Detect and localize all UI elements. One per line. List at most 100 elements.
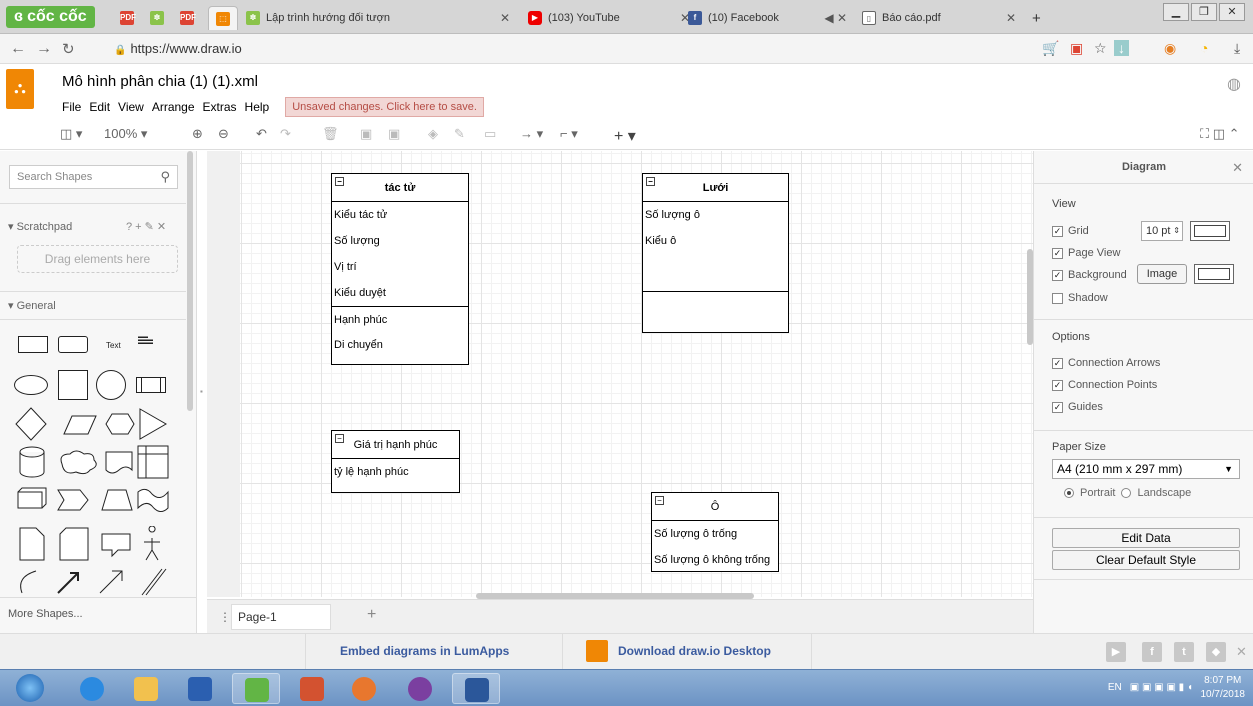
scratchpad-drop-zone[interactable]: Drag elements here xyxy=(17,245,178,273)
unsaved-changes-button[interactable]: Unsaved changes. Click here to save. xyxy=(285,97,484,117)
pages-menu-icon[interactable]: ⋮ xyxy=(219,610,231,624)
collapse-icon[interactable]: − xyxy=(646,177,655,186)
new-tab-button[interactable]: + xyxy=(1024,6,1049,30)
taskbar-explorer[interactable] xyxy=(122,673,170,704)
uml-class-o[interactable]: − Ô Số lượng ô trống Số lượng ô không trố… xyxy=(651,492,779,572)
arrow-shape[interactable] xyxy=(99,570,123,594)
pinned-tab-coccoc[interactable]: ✽ xyxy=(142,6,172,30)
triangle-shape[interactable] xyxy=(139,408,168,440)
hexagon-shape[interactable] xyxy=(105,413,135,435)
tab-bao-cao[interactable]: ▯ Báo cáo.pdf ✕ xyxy=(854,6,1024,30)
start-button[interactable] xyxy=(6,673,54,704)
pinned-tab-pdf[interactable]: PDF xyxy=(112,6,142,30)
minimize-icon[interactable]: ▁ xyxy=(1163,3,1189,21)
forward-icon[interactable]: → xyxy=(36,40,52,58)
menu-file[interactable]: File xyxy=(62,100,81,114)
circle-shape[interactable] xyxy=(96,370,126,400)
document-title[interactable]: Mô hình phân chia (1) (1).xml xyxy=(62,73,258,90)
bidirectional-arrow-shape[interactable] xyxy=(57,572,79,594)
format-panel-toggle-icon[interactable]: ⛶ ◫ ⌃ xyxy=(1200,126,1240,142)
more-shapes-button[interactable]: More Shapes... xyxy=(0,597,197,633)
card-shape[interactable] xyxy=(59,527,89,561)
callout-shape[interactable] xyxy=(101,533,131,558)
menu-extras[interactable]: Extras xyxy=(203,100,237,114)
uml-class-tac-tu[interactable]: − tác tử Kiểu tác tử Số lượng Vị trí Kiểu… xyxy=(331,173,469,365)
search-shapes-input[interactable]: Search Shapes ⚲ xyxy=(9,165,178,189)
sidebar-splitter[interactable]: ▪ xyxy=(197,151,207,597)
download-icon[interactable]: ↓ xyxy=(1114,40,1129,56)
connection-points-checkbox[interactable]: ✓ Connection Points xyxy=(1052,379,1157,391)
taskbar-word[interactable] xyxy=(452,673,500,704)
diagram-canvas[interactable]: − tác tử Kiểu tác tử Số lượng Vị trí Kiểu… xyxy=(207,151,1033,597)
tab-youtube[interactable]: ▶ (103) YouTube ✕ xyxy=(520,6,698,30)
tab-drawio[interactable]: ⬚ xyxy=(208,6,238,30)
bookmark-star-icon[interactable]: ☆ xyxy=(1094,40,1107,57)
cube-shape[interactable] xyxy=(17,487,47,509)
collapse-icon[interactable]: − xyxy=(655,496,664,505)
rounded-rectangle-shape[interactable] xyxy=(58,336,88,353)
scratchpad-header[interactable]: ▾ Scratchpad xyxy=(8,220,72,233)
youtube-icon[interactable]: ▶ xyxy=(1106,642,1126,662)
menu-help[interactable]: Help xyxy=(245,100,270,114)
collapse-icon[interactable]: − xyxy=(335,177,344,186)
collapse-icon[interactable]: − xyxy=(335,434,344,443)
zoom-dropdown[interactable]: 100% ▾ xyxy=(104,126,147,142)
text-shape[interactable]: Text xyxy=(106,341,121,350)
rectangle-shape[interactable] xyxy=(18,336,48,353)
redo-icon[interactable]: ↷ xyxy=(280,126,291,142)
menu-edit[interactable]: Edit xyxy=(89,100,110,114)
downloads-tray-icon[interactable]: ⤓ xyxy=(1234,40,1240,57)
textbox-shape[interactable]: ▬▬ ▬▬▬ ▬▬▬ xyxy=(138,335,166,346)
trapezoid-shape[interactable] xyxy=(101,489,133,511)
download-desktop-link[interactable]: Download draw.io Desktop xyxy=(618,644,771,658)
document-shape[interactable] xyxy=(105,451,133,474)
process-shape[interactable] xyxy=(136,377,166,393)
cart-icon[interactable]: 🛒 xyxy=(1042,40,1059,57)
scratchpad-actions-icon[interactable]: ? + ✎ ✕ xyxy=(126,220,166,233)
to-front-icon[interactable]: ▣ xyxy=(360,126,372,142)
taskbar-powerpoint[interactable] xyxy=(288,673,336,704)
grid-color-swatch[interactable] xyxy=(1190,221,1230,241)
reload-icon[interactable]: ↻ xyxy=(62,40,75,58)
background-color-swatch[interactable] xyxy=(1194,264,1234,284)
clear-default-style-button[interactable]: Clear Default Style xyxy=(1052,550,1240,570)
delete-icon[interactable]: 🗑 xyxy=(322,126,339,142)
taskbar-coccoc[interactable] xyxy=(232,673,280,704)
ellipse-shape[interactable] xyxy=(14,375,48,395)
tray-icons[interactable]: ▣ ▣ ▣ ▣ ▮ ◖ xyxy=(1130,682,1193,693)
portrait-radio[interactable] xyxy=(1064,488,1074,498)
twitter-icon[interactable]: t xyxy=(1174,642,1194,662)
link-shape[interactable] xyxy=(141,568,167,596)
embed-lumapps-link[interactable]: Embed diagrams in LumApps xyxy=(340,644,509,658)
step-shape[interactable] xyxy=(57,489,89,511)
taskbar-media[interactable] xyxy=(176,673,224,704)
zoom-out-icon[interactable]: ⊖ xyxy=(218,126,229,142)
to-back-icon[interactable]: ▣ xyxy=(388,126,400,142)
sidebar-scrollbar[interactable] xyxy=(187,151,193,411)
square-shape[interactable] xyxy=(58,370,88,400)
taskbar-chrome[interactable] xyxy=(340,673,388,704)
back-icon[interactable]: ← xyxy=(10,40,26,58)
curve-shape[interactable] xyxy=(20,570,37,594)
uml-class-luoi[interactable]: − Lưới Số lượng ô Kiểu ô xyxy=(642,173,789,333)
insert-plus-icon[interactable]: + ▾ xyxy=(614,126,636,146)
parallelogram-shape[interactable] xyxy=(63,415,97,435)
github-icon[interactable]: ◆ xyxy=(1206,642,1226,662)
menu-arrange[interactable]: Arrange xyxy=(152,100,195,114)
internal-storage-shape[interactable] xyxy=(137,445,169,479)
line-color-icon[interactable]: ✎ xyxy=(454,126,465,142)
profile-icon[interactable]: ◔ xyxy=(1200,40,1208,56)
close-tab-icon[interactable]: ✕ xyxy=(1006,11,1016,25)
waypoints-icon[interactable]: ⌐ ▾ xyxy=(560,126,578,142)
tab-facebook[interactable]: f (10) Facebook ◀ ✕ xyxy=(680,6,855,30)
pinned-tab-pdf-2[interactable]: PDF xyxy=(172,6,202,30)
connection-icon[interactable]: → ▾ xyxy=(520,126,543,142)
extension-icon[interactable]: ▣ xyxy=(1070,40,1083,57)
coccoc-menu-button[interactable]: ɞ cốc cốc xyxy=(6,6,95,28)
grid-size-input[interactable]: 10 pt ⇕ xyxy=(1141,221,1183,241)
shadow-checkbox[interactable]: ✓ Shadow xyxy=(1052,292,1108,304)
general-header[interactable]: ▾ General xyxy=(8,299,56,312)
tab-lap-trinh[interactable]: ✽ Lập trình hướng đối tượn ✕ xyxy=(238,6,518,30)
restore-icon[interactable]: ❐ xyxy=(1191,3,1217,21)
close-tab-icon[interactable]: ✕ xyxy=(500,11,510,25)
